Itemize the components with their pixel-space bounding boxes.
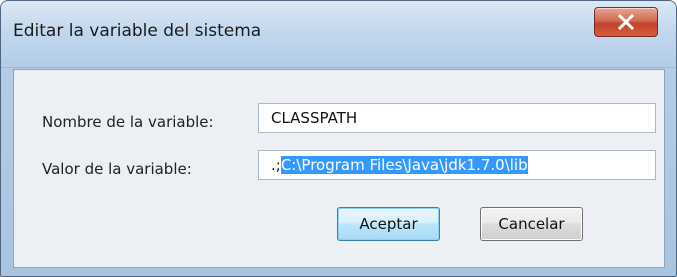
close-icon xyxy=(617,14,635,30)
cancel-button[interactable]: Cancelar xyxy=(480,207,583,241)
dialog-body: Nombre de la variable: CLASSPATH Valor d… xyxy=(13,69,665,268)
accept-button[interactable]: Aceptar xyxy=(337,207,440,241)
variable-name-value: CLASSPATH xyxy=(271,109,358,127)
variable-value-label: Valor de la variable: xyxy=(42,160,192,178)
close-button[interactable] xyxy=(594,7,658,37)
edit-system-variable-dialog: Editar la variable del sistema Nombre de… xyxy=(0,0,677,277)
title-bar[interactable]: Editar la variable del sistema xyxy=(1,1,676,68)
variable-value-prefix: .; xyxy=(271,156,281,174)
window-title: Editar la variable del sistema xyxy=(13,21,262,41)
variable-value-selected-text: C:\Program Files\Java\jdk1.7.0\lib xyxy=(280,156,528,174)
variable-value-field[interactable]: .;C:\Program Files\Java\jdk1.7.0\lib xyxy=(258,150,656,180)
variable-name-field[interactable]: CLASSPATH xyxy=(258,103,656,133)
variable-name-label: Nombre de la variable: xyxy=(42,113,214,131)
